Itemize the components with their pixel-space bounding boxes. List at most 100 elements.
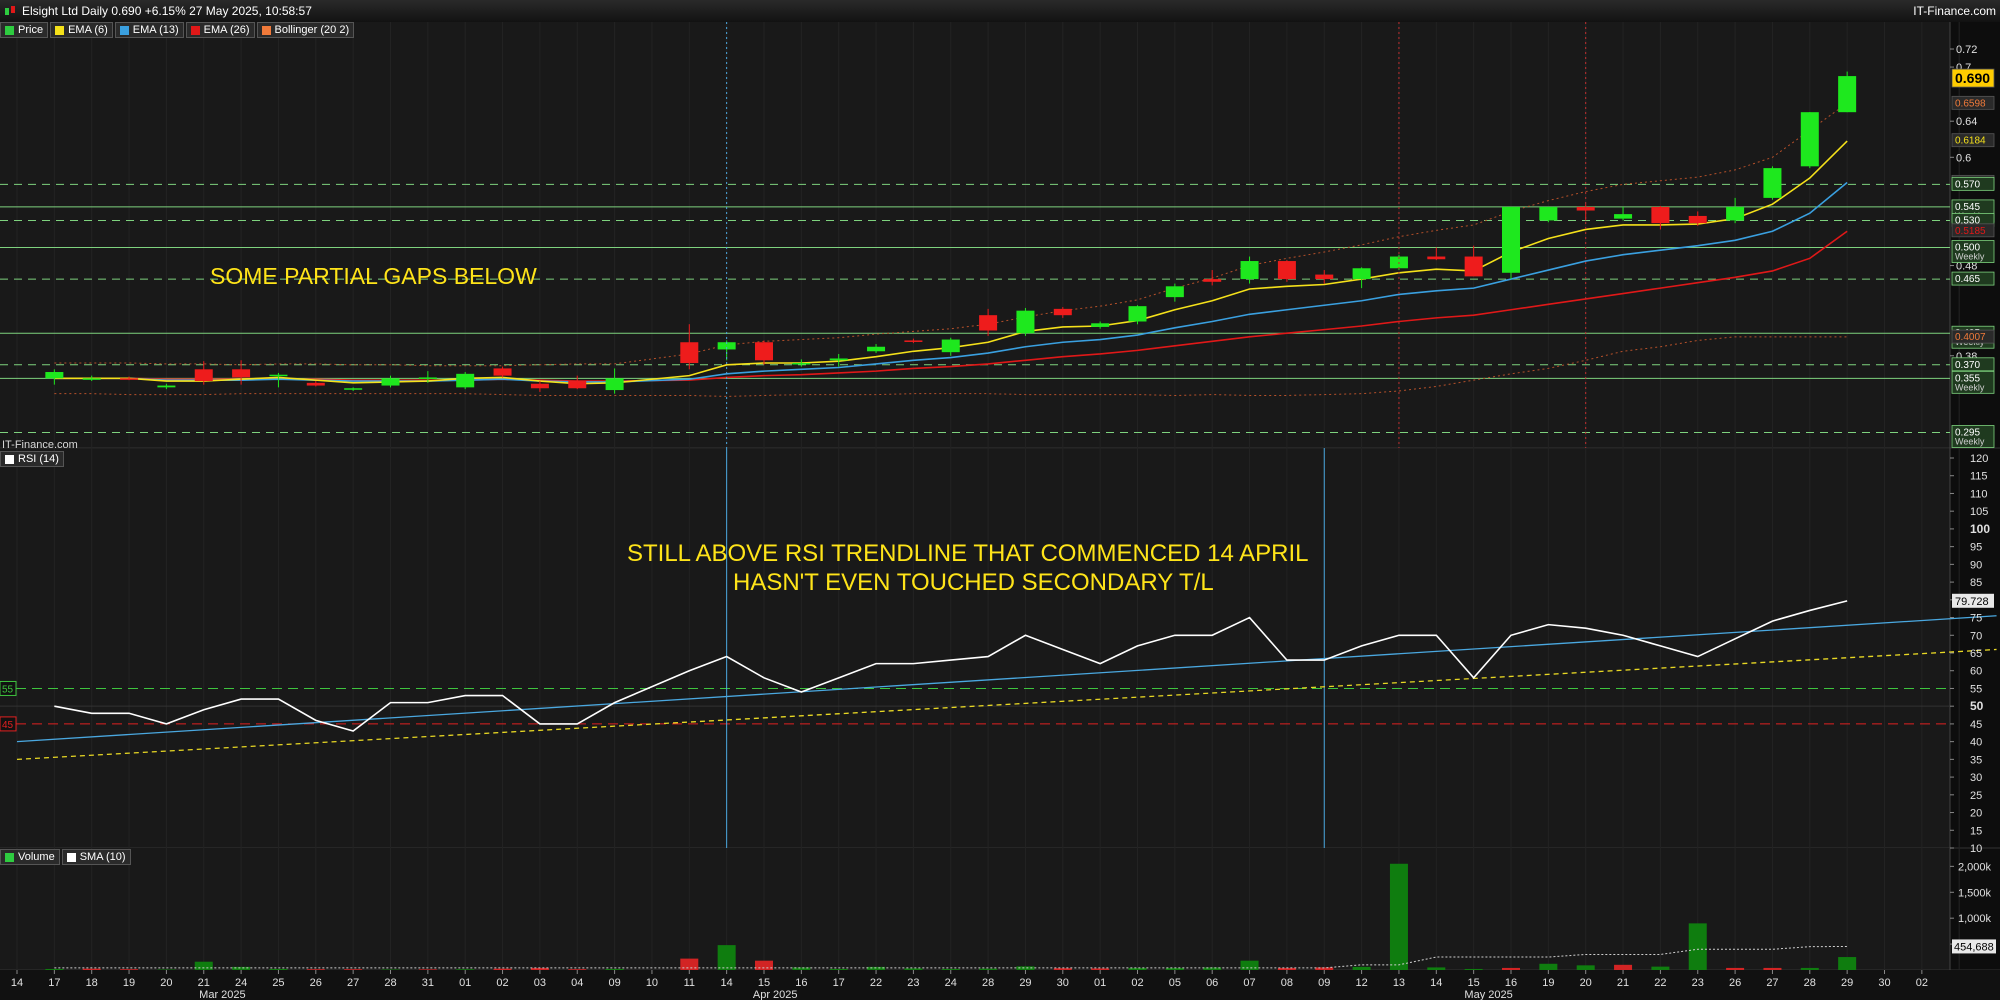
- volume-bar: [1651, 966, 1670, 970]
- candle: [381, 378, 400, 386]
- price-tick-label: 0.6: [1956, 152, 1971, 164]
- rsi-annotation-line2: HASN'T EVEN TOUCHED SECONDARY T/L: [733, 569, 1214, 596]
- candle: [82, 378, 101, 380]
- candle: [1053, 308, 1072, 316]
- rsi-current-value: 79.728: [1955, 596, 1989, 608]
- candle: [979, 315, 998, 331]
- volume-bar: [1352, 966, 1371, 970]
- volume-bar: [418, 969, 437, 970]
- x-axis-day-label: 09: [608, 977, 620, 989]
- panel-background: [0, 848, 1950, 970]
- candle: [829, 358, 848, 361]
- legend-label: EMA (26): [203, 24, 250, 36]
- price-tag-value: 0.5185: [1955, 226, 1986, 237]
- volume-bar: [941, 968, 960, 970]
- x-axis: 14 17 18 19 20 21 24 25 26 27 28 31 01 02 03 04 09 10 11 14…: [0, 970, 2000, 1000]
- legend-item[interactable]: Bollinger (20 2): [256, 22, 355, 38]
- volume-bar: [1427, 967, 1446, 970]
- legend-item[interactable]: Volume: [0, 849, 60, 865]
- legend-item[interactable]: RSI (14): [0, 451, 64, 467]
- volume-bar: [45, 968, 64, 970]
- candle: [1838, 76, 1857, 113]
- price-tag-weekly: Weekly: [1955, 382, 1985, 392]
- x-axis-day-label: 24: [235, 977, 247, 989]
- volume-bar: [1053, 968, 1072, 970]
- x-axis-day-label: 02: [1916, 977, 1928, 989]
- candle: [232, 369, 251, 378]
- rsi-tick-label: 50: [1970, 699, 1984, 713]
- volume-bar: [979, 968, 998, 970]
- price-tag-value: 0.570: [1955, 179, 1980, 190]
- x-axis-day-label: 16: [1505, 977, 1517, 989]
- price-tag-value: 0.690: [1955, 70, 1990, 86]
- x-axis-day-label: 29: [1841, 977, 1853, 989]
- candle: [1427, 256, 1446, 260]
- legend-item[interactable]: EMA (13): [114, 22, 184, 38]
- candle: [680, 342, 699, 363]
- candle: [157, 385, 176, 388]
- candle: [1165, 286, 1184, 298]
- legend-item[interactable]: Price: [0, 22, 49, 38]
- volume-bar: [1240, 960, 1259, 970]
- legend-swatch: [261, 25, 271, 35]
- candle: [120, 378, 139, 380]
- price-tag-value: 0.4007: [1955, 332, 1986, 343]
- rsi-tick-label: 70: [1970, 630, 1982, 642]
- x-axis-day-label: 08: [1281, 977, 1293, 989]
- candle: [418, 377, 437, 379]
- rsi-tick-label: 85: [1970, 577, 1982, 589]
- x-axis-day-label: 21: [1617, 977, 1629, 989]
- volume-bar: [344, 969, 363, 970]
- candle: [1464, 256, 1483, 277]
- x-axis-day-label: 17: [48, 977, 60, 989]
- x-axis-day-label: 18: [86, 977, 98, 989]
- x-axis-month-label: May 2025: [1464, 989, 1512, 1000]
- volume-bar: [829, 968, 848, 970]
- rsi-tick-label: 120: [1970, 453, 1988, 465]
- legend-item[interactable]: SMA (10): [61, 849, 131, 865]
- legend-label: EMA (6): [68, 24, 108, 36]
- legend-label: Bollinger (20 2): [274, 24, 350, 36]
- rsi-tick-label: 15: [1970, 825, 1982, 837]
- legend-item[interactable]: EMA (6): [50, 22, 113, 38]
- candle: [755, 342, 773, 361]
- rsi-tick-label: 35: [1970, 754, 1982, 766]
- chart-title: Elsight Ltd Daily 0.690 +6.15% 27 May 20…: [22, 4, 312, 18]
- price-tag-value: 0.465: [1955, 274, 1980, 285]
- candle: [194, 369, 213, 382]
- candle: [1352, 268, 1371, 280]
- site-name: IT-Finance.com: [1913, 4, 1996, 18]
- volume-legend: Volume SMA (10): [0, 849, 131, 865]
- x-axis-day-label: 12: [1355, 977, 1367, 989]
- candle: [1240, 261, 1259, 280]
- candle: [344, 388, 363, 390]
- rsi-tick-label: 65: [1970, 648, 1982, 660]
- volume-bar: [1389, 863, 1408, 970]
- legend-swatch: [190, 25, 200, 35]
- volume-bar: [605, 968, 624, 970]
- legend-label: SMA (10): [79, 851, 126, 863]
- rsi-tick-label: 10: [1970, 843, 1982, 855]
- x-axis-day-label: 30: [1878, 977, 1890, 989]
- rsi-tick-label: 90: [1970, 559, 1982, 571]
- x-axis-day-label: 03: [534, 977, 546, 989]
- x-axis-day-label: 06: [1206, 977, 1218, 989]
- rsi-legend: RSI (14): [0, 451, 64, 467]
- x-axis-day-label: 02: [1131, 977, 1143, 989]
- x-axis-day-label: 04: [571, 977, 583, 989]
- volume-bar: [1502, 967, 1520, 970]
- rsi-tick-label: 75: [1970, 613, 1982, 625]
- x-axis-day-label: 15: [1468, 977, 1480, 989]
- price-annotation: SOME PARTIAL GAPS BELOW: [210, 263, 537, 289]
- volume-bar: [1576, 965, 1595, 970]
- legend-label: Volume: [18, 851, 55, 863]
- legend-item[interactable]: EMA (26): [185, 22, 255, 38]
- candle: [605, 378, 624, 391]
- volume-tick-label: 1,000k: [1958, 913, 1992, 925]
- x-axis-day-label: 27: [347, 977, 359, 989]
- volume-bar: [493, 968, 512, 970]
- volume-bar: [120, 969, 139, 970]
- candle: [904, 340, 923, 342]
- x-axis-day-label: 14: [1430, 977, 1442, 989]
- x-axis-day-label: 28: [1804, 977, 1816, 989]
